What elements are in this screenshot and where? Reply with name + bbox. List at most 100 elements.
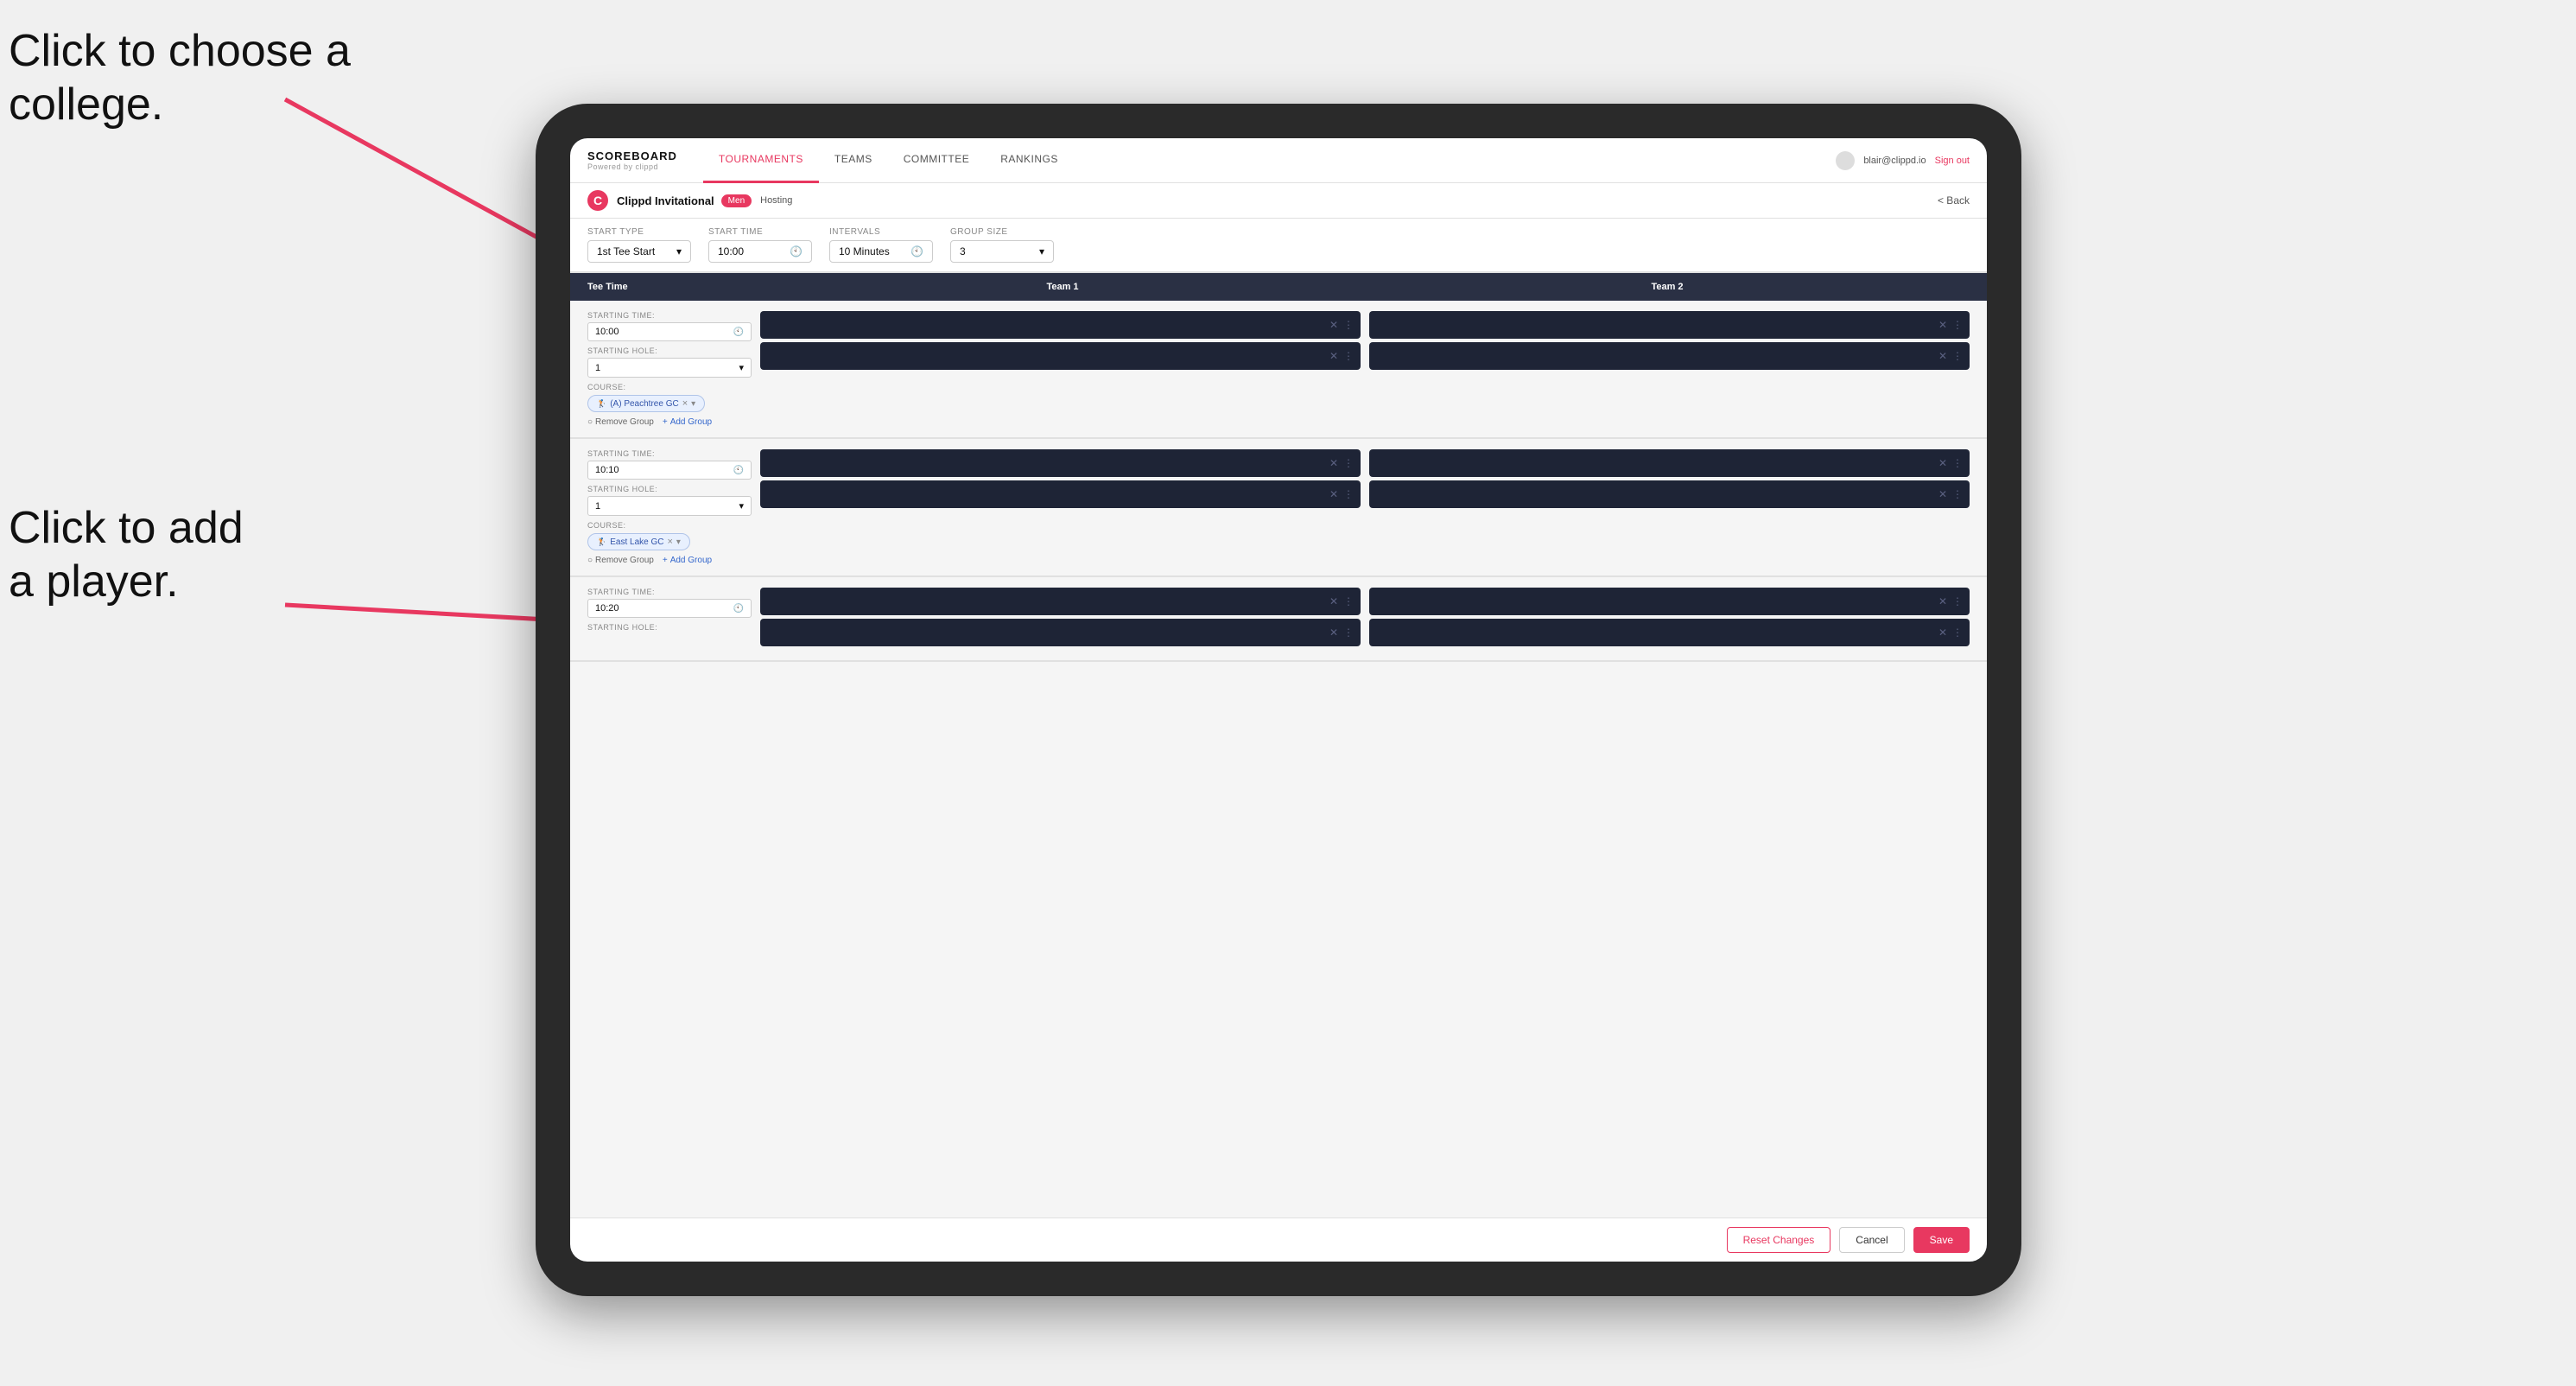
chevron-icon-10[interactable]: ⋮ [1343, 626, 1354, 639]
intervals-select[interactable]: 10 Minutes 🕙 [829, 240, 933, 263]
tab-tournaments[interactable]: TOURNAMENTS [703, 138, 819, 183]
starting-hole-label-1: STARTING HOLE: [587, 346, 752, 355]
header-right: blair@clippd.io Sign out [1836, 151, 1970, 170]
starting-time-label-3: STARTING TIME: [587, 588, 752, 596]
chevron-icon-2[interactable]: ⋮ [1343, 350, 1354, 362]
starting-hole-input-1[interactable]: 1 ▾ [587, 358, 752, 378]
user-email: blair@clippd.io [1863, 156, 1926, 166]
team2-players-1: ✕ ⋮ ✕ ⋮ [1369, 311, 1970, 373]
course-tag-1[interactable]: 🏌 (A) Peachtree GC × ▾ [587, 395, 705, 412]
back-button[interactable]: < Back [1938, 194, 1970, 207]
chevron-icon-3[interactable]: ⋮ [1952, 319, 1963, 331]
hosting-badge: Hosting [760, 195, 792, 206]
tablet-screen: SCOREBOARD Powered by clippd TOURNAMENTS… [570, 138, 1987, 1262]
chevron-icon[interactable]: ⋮ [1343, 319, 1354, 331]
close-icon-5[interactable]: ✕ [1329, 457, 1338, 469]
close-icon-11[interactable]: ✕ [1938, 595, 1947, 607]
group-size-select[interactable]: 3 ▾ [950, 240, 1054, 263]
player-slot-t2-4[interactable]: ✕ ⋮ [1369, 480, 1970, 508]
sign-out-link[interactable]: Sign out [1935, 156, 1970, 166]
starting-hole-input-2[interactable]: 1 ▾ [587, 496, 752, 516]
chevron-down-icon-2: ▾ [1039, 245, 1044, 257]
chevron-icon-9[interactable]: ⋮ [1343, 595, 1354, 607]
chevron-icon-11[interactable]: ⋮ [1952, 595, 1963, 607]
add-group-btn-1[interactable]: + Add Group [663, 417, 712, 427]
close-icon-6[interactable]: ✕ [1329, 488, 1338, 500]
group-right-3: ✕ ⋮ ✕ ⋮ ✕ ⋮ ✕ [760, 588, 1970, 650]
chevron-icon-7[interactable]: ⋮ [1952, 457, 1963, 469]
player-slot-t2-2[interactable]: ✕ ⋮ [1369, 342, 1970, 370]
team1-players-3: ✕ ⋮ ✕ ⋮ [760, 588, 1361, 650]
close-icon-8[interactable]: ✕ [1938, 488, 1947, 500]
tournament-name: Clippd Invitational [617, 194, 714, 207]
close-icon-7[interactable]: ✕ [1938, 457, 1947, 469]
chevron-icon-5[interactable]: ⋮ [1343, 457, 1354, 469]
team2-players-3: ✕ ⋮ ✕ ⋮ [1369, 588, 1970, 650]
group-actions-1: ○ Remove Group + Add Group [587, 417, 752, 427]
scoreboard-title: SCOREBOARD [587, 149, 677, 162]
close-icon-10[interactable]: ✕ [1329, 626, 1338, 639]
course-tag-2[interactable]: 🏌 East Lake GC × ▾ [587, 533, 690, 550]
close-icon-2[interactable]: ✕ [1329, 350, 1338, 362]
course-label-1: COURSE: [587, 383, 752, 391]
course-remove-icon-1[interactable]: × [682, 398, 688, 409]
cancel-button[interactable]: Cancel [1839, 1227, 1904, 1253]
annotation-college: Click to choose acollege. [9, 24, 351, 132]
close-icon-4[interactable]: ✕ [1938, 350, 1947, 362]
remove-group-btn-1[interactable]: ○ Remove Group [587, 417, 654, 427]
tab-committee[interactable]: COMMITTEE [888, 138, 986, 183]
starting-time-input-1[interactable]: 10:00 🕙 [587, 322, 752, 341]
chevron-down-icon-5: ▾ [739, 500, 744, 512]
player-slot-t1-2[interactable]: ✕ ⋮ [760, 342, 1361, 370]
team2-players-2: ✕ ⋮ ✕ ⋮ [1369, 449, 1970, 512]
player-slot-t1-4[interactable]: ✕ ⋮ [760, 480, 1361, 508]
player-slot-t1-1[interactable]: ✕ ⋮ [760, 311, 1361, 339]
starting-hole-label-3: STARTING HOLE: [587, 623, 752, 632]
scoreboard-sub: Powered by clippd [587, 162, 677, 171]
close-icon[interactable]: ✕ [1329, 319, 1338, 331]
chevron-icon-6[interactable]: ⋮ [1343, 488, 1354, 500]
close-icon-9[interactable]: ✕ [1329, 595, 1338, 607]
annotation-player: Click to adda player. [9, 501, 244, 609]
player-slot-t2-5[interactable]: ✕ ⋮ [1369, 588, 1970, 615]
player-slot-t1-6[interactable]: ✕ ⋮ [760, 619, 1361, 646]
col-tee-time: Tee Time [587, 282, 760, 292]
tab-teams[interactable]: TEAMS [819, 138, 888, 183]
course-label-2: COURSE: [587, 521, 752, 530]
close-icon-3[interactable]: ✕ [1938, 319, 1947, 331]
chevron-icon-4[interactable]: ⋮ [1952, 350, 1963, 362]
chevron-icon-12[interactable]: ⋮ [1952, 626, 1963, 639]
annotation-college-text: Click to choose acollege. [9, 26, 351, 130]
player-slot-t1-5[interactable]: ✕ ⋮ [760, 588, 1361, 615]
clock-icon-5: 🕙 [733, 466, 744, 475]
start-time-group: Start Time 10:00 🕙 [708, 227, 812, 263]
remove-group-btn-2[interactable]: ○ Remove Group [587, 556, 654, 565]
starting-time-input-3[interactable]: 10:20 🕙 [587, 599, 752, 618]
group-row-2: STARTING TIME: 10:10 🕙 STARTING HOLE: 1 … [570, 439, 1987, 577]
team1-players-1: ✕ ⋮ ✕ ⋮ [760, 311, 1361, 373]
save-button[interactable]: Save [1913, 1227, 1970, 1253]
group-right-2: ✕ ⋮ ✕ ⋮ ✕ ⋮ ✕ [760, 449, 1970, 512]
minus-icon-1: ○ [587, 417, 593, 427]
add-group-btn-2[interactable]: + Add Group [663, 556, 712, 565]
player-slot-t1-3[interactable]: ✕ ⋮ [760, 449, 1361, 477]
player-slot-t2-1[interactable]: ✕ ⋮ [1369, 311, 1970, 339]
intervals-label: Intervals [829, 227, 933, 237]
group-left-2: STARTING TIME: 10:10 🕙 STARTING HOLE: 1 … [587, 449, 752, 565]
start-type-select[interactable]: 1st Tee Start ▾ [587, 240, 691, 263]
col-team1: Team 1 [760, 282, 1365, 292]
tab-rankings[interactable]: RANKINGS [985, 138, 1074, 183]
starting-time-input-2[interactable]: 10:10 🕙 [587, 461, 752, 480]
chevron-icon-8[interactable]: ⋮ [1952, 488, 1963, 500]
app-footer: Reset Changes Cancel Save [570, 1218, 1987, 1262]
course-remove-icon-2[interactable]: × [667, 537, 672, 547]
close-icon-12[interactable]: ✕ [1938, 626, 1947, 639]
start-type-label: Start Type [587, 227, 691, 237]
group-left-1: STARTING TIME: 10:00 🕙 STARTING HOLE: 1 … [587, 311, 752, 427]
player-slot-t2-6[interactable]: ✕ ⋮ [1369, 619, 1970, 646]
chevron-down-icon-4[interactable]: ▾ [691, 399, 695, 409]
reset-changes-button[interactable]: Reset Changes [1727, 1227, 1831, 1253]
player-slot-t2-3[interactable]: ✕ ⋮ [1369, 449, 1970, 477]
start-time-input[interactable]: 10:00 🕙 [708, 240, 812, 263]
chevron-down-icon-6[interactable]: ▾ [676, 537, 681, 547]
